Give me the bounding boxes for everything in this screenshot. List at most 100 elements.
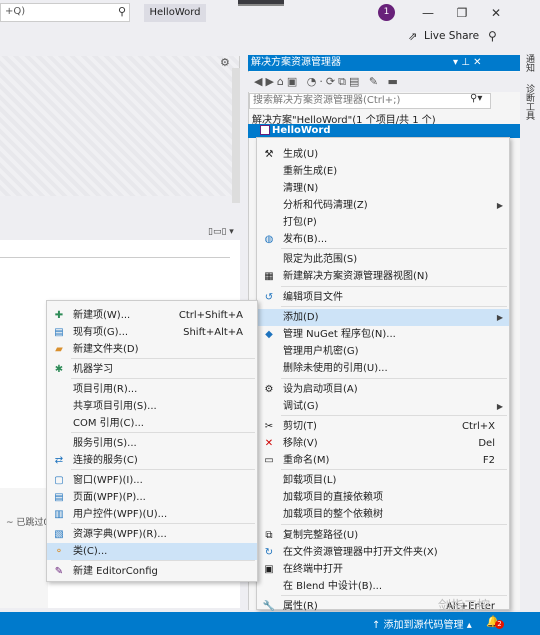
connected-service-icon: ⇄: [54, 455, 64, 466]
add-menu-item[interactable]: ✱ 机器学习: [47, 361, 257, 378]
context-menu-item-label: 重新生成(E): [283, 166, 338, 177]
output-gutter: [0, 488, 48, 608]
add-to-source-control-button[interactable]: ↑ 添加到源代码管理 ▴: [372, 616, 472, 631]
tab-notifications[interactable]: 通知: [523, 54, 536, 72]
context-menu-item-label: 添加(D): [283, 312, 319, 323]
context-menu-item[interactable]: ◍ 发布(B)...: [257, 231, 509, 248]
context-menu-item[interactable]: ▣ 在终端中打开: [257, 561, 509, 578]
live-share-icon[interactable]: ⇗: [408, 30, 417, 43]
context-menu-item-label: 打包(P): [283, 217, 317, 228]
add-menu-item[interactable]: ▥ 用户控件(WPF)(U)...: [47, 506, 257, 523]
panel-layout-icon[interactable]: ▯▭▯ ▾: [208, 227, 234, 237]
live-share-button[interactable]: Live Share: [424, 30, 479, 42]
close-button[interactable]: ✕: [488, 5, 504, 21]
context-menu-item-label: 移除(V): [283, 438, 318, 449]
minimize-button[interactable]: —: [420, 5, 436, 21]
context-menu-item[interactable]: 添加(D) ▶: [257, 309, 509, 326]
feedback-icon[interactable]: ⚲: [488, 29, 497, 43]
project-node[interactable]: HelloWord: [272, 125, 331, 136]
context-menu-item-shortcut: Del: [478, 438, 495, 449]
new-item-icon: ✚: [54, 310, 64, 321]
class-icon: ⚬: [54, 546, 64, 557]
add-menu-item[interactable]: ▰ 新建文件夹(D): [47, 341, 257, 358]
context-menu-item[interactable]: ↻ 在文件资源管理器中打开文件夹(X): [257, 544, 509, 561]
page-icon: ▤: [54, 492, 64, 503]
add-submenu: ✚ 新建项(W)... Ctrl+Shift+A ▤ 现有项(G)... Shift+Al…: [46, 300, 258, 582]
notification-badge[interactable]: 1: [378, 4, 395, 21]
context-menu-item-label: 调试(G): [283, 401, 319, 412]
context-menu-item[interactable]: ⧉ 复制完整路径(U): [257, 527, 509, 544]
context-menu-item-label: 生成(U): [283, 149, 319, 160]
menu-separator: [71, 523, 255, 524]
context-menu-item[interactable]: ⚒ 生成(U): [257, 146, 509, 163]
context-menu-item[interactable]: 调试(G) ▶: [257, 398, 509, 415]
menu-separator: [281, 248, 507, 249]
context-menu-item[interactable]: ⚙ 设为启动项目(A): [257, 381, 509, 398]
tab-diagnostic-tools[interactable]: 诊断工具: [523, 84, 536, 120]
add-menu-item[interactable]: ⇄ 连接的服务(C): [47, 452, 257, 469]
search-icon[interactable]: ⚲: [118, 5, 126, 18]
add-menu-item[interactable]: ✎ 新建 EditorConfig: [47, 563, 257, 580]
context-menu-item[interactable]: 加载项目的直接依赖项: [257, 489, 509, 506]
add-menu-item[interactable]: 服务引用(S)...: [47, 435, 257, 452]
context-menu-item[interactable]: 管理用户机密(G): [257, 343, 509, 360]
context-menu-item[interactable]: ↺ 编辑项目文件: [257, 289, 509, 306]
add-menu-item-label: 用户控件(WPF)(U)...: [73, 509, 168, 520]
build-icon: ⚒: [264, 149, 274, 160]
add-menu-item[interactable]: ▢ 窗口(WPF)(I)...: [47, 472, 257, 489]
context-menu-item-label: 加载项目的整个依赖树: [283, 509, 383, 520]
add-menu-item[interactable]: ⚬ 类(C)...: [47, 543, 257, 560]
add-menu-item[interactable]: ▤ 现有项(G)... Shift+Alt+A: [47, 324, 257, 341]
resource-dictionary-icon: ▧: [54, 529, 64, 540]
context-menu-item[interactable]: 限定为此范围(S): [257, 251, 509, 268]
editor-area: [0, 56, 240, 196]
context-menu-item[interactable]: 卸载项目(L): [257, 472, 509, 489]
context-menu-item-label: 新建解决方案资源管理器视图(N): [283, 271, 429, 282]
context-menu-item-label: 分析和代码清理(Z): [283, 200, 368, 211]
context-menu-item[interactable]: 加载项目的整个依赖树: [257, 506, 509, 523]
context-menu-item[interactable]: ▭ 重命名(M) F2: [257, 452, 509, 469]
search-icon[interactable]: ⚲▾: [470, 93, 482, 104]
solution-search-input[interactable]: 搜索解决方案资源管理器(Ctrl+;): [249, 93, 491, 109]
solution-explorer-toolbar[interactable]: ◀▶⌂▣ ◔·⟳⧉▤ ✎ ▬: [248, 72, 520, 92]
panel-pin-icon[interactable]: ▾ ⊥ ✕: [453, 55, 481, 71]
add-menu-item-shortcut: Shift+Alt+A: [183, 327, 243, 338]
copy-icon: ⧉: [265, 530, 273, 541]
context-menu-item-label: 删除未使用的引用(U)...: [283, 363, 388, 374]
menu-separator: [71, 358, 255, 359]
search-input-text: +Q): [5, 6, 26, 17]
add-menu-item[interactable]: 共享项目引用(S)...: [47, 398, 257, 415]
watermark: 剑指工控: [438, 599, 491, 614]
add-menu-item[interactable]: ▧ 资源字典(WPF)(R)...: [47, 526, 257, 543]
context-menu-item[interactable]: ◆ 管理 NuGet 程序包(N)...: [257, 326, 509, 343]
add-menu-item-label: 机器学习: [73, 364, 113, 375]
context-menu-item[interactable]: 重新生成(E): [257, 163, 509, 180]
context-menu-item[interactable]: ▦ 新建解决方案资源管理器视图(N): [257, 268, 509, 285]
menu-separator: [71, 378, 255, 379]
add-menu-item[interactable]: ▤ 页面(WPF)(P)...: [47, 489, 257, 506]
add-menu-item[interactable]: ✚ 新建项(W)... Ctrl+Shift+A: [47, 307, 257, 324]
context-menu-item-label: 在文件资源管理器中打开文件夹(X): [283, 547, 438, 558]
add-menu-item-label: COM 引用(C)...: [73, 418, 144, 429]
restore-button[interactable]: ❐: [454, 5, 470, 21]
context-menu-item[interactable]: 在 Blend 中设计(B)...: [257, 578, 509, 595]
context-menu-item[interactable]: 删除未使用的引用(U)...: [257, 360, 509, 377]
open-folder-icon: ↻: [264, 547, 274, 558]
context-menu-item[interactable]: 打包(P): [257, 214, 509, 231]
new-folder-icon: ▰: [55, 344, 63, 355]
add-menu-item-label: 现有项(G)...: [73, 327, 129, 338]
editor-scrollbar[interactable]: [232, 68, 240, 203]
add-menu-item-shortcut: Ctrl+Shift+A: [178, 310, 243, 321]
search-input[interactable]: +Q) ⚲: [0, 3, 130, 22]
context-menu-item[interactable]: 清理(N): [257, 180, 509, 197]
context-menu-item-shortcut: Ctrl+X: [461, 421, 495, 432]
add-menu-item[interactable]: COM 引用(C)...: [47, 415, 257, 432]
context-menu-item[interactable]: ✂ 剪切(T) Ctrl+X: [257, 418, 509, 435]
new-view-icon: ▦: [264, 271, 274, 282]
context-menu-item[interactable]: ✕ 移除(V) Del: [257, 435, 509, 452]
add-menu-item[interactable]: 项目引用(R)...: [47, 381, 257, 398]
output-source-dropdown[interactable]: [0, 242, 230, 258]
gear-icon[interactable]: ⚙: [220, 56, 230, 69]
add-menu-item-label: 服务引用(S)...: [73, 438, 137, 449]
context-menu-item[interactable]: 分析和代码清理(Z) ▶: [257, 197, 509, 214]
